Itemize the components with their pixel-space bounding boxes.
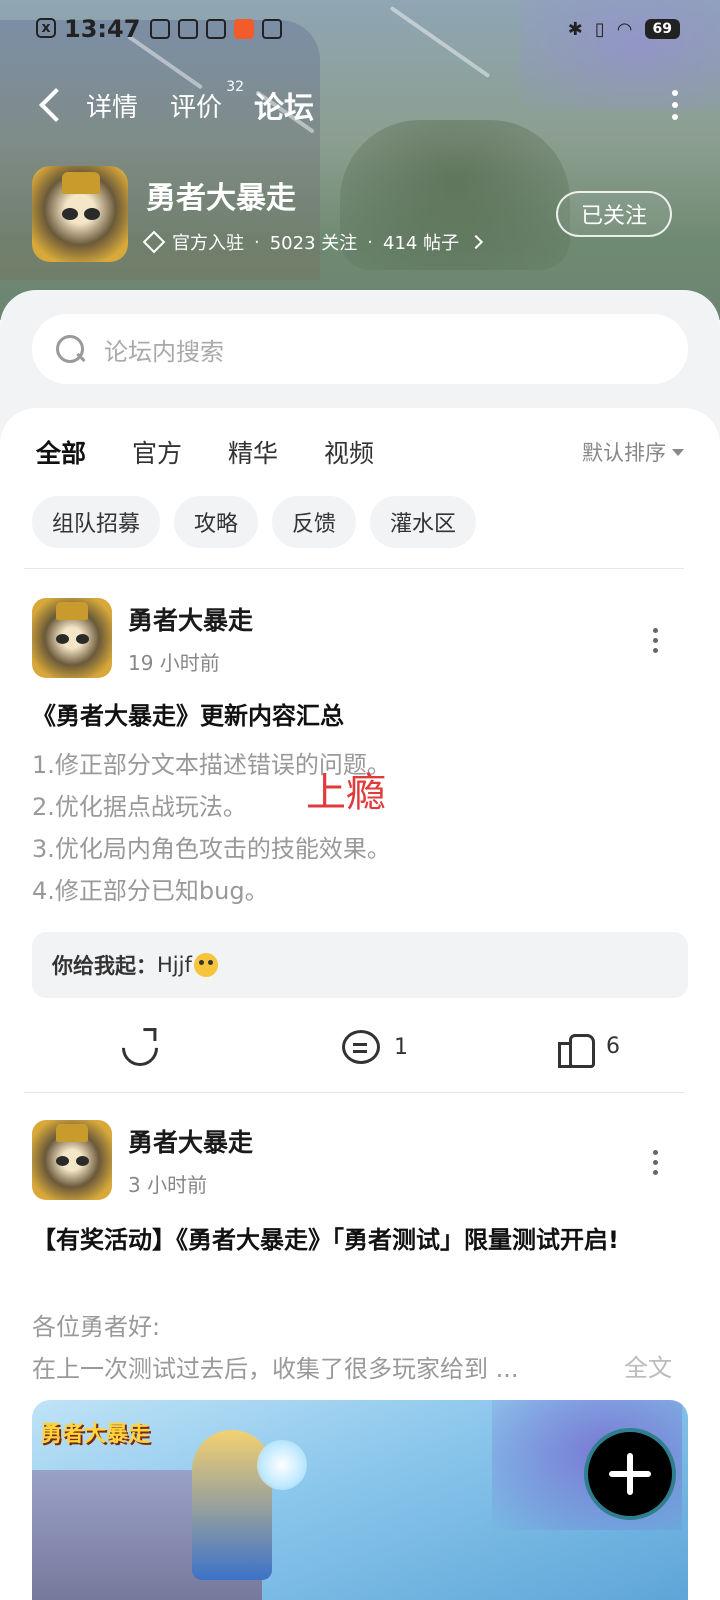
- back-icon[interactable]: [36, 87, 64, 123]
- book-notification-icon: [262, 19, 283, 39]
- search-icon: [54, 333, 86, 365]
- post-more-icon[interactable]: [653, 628, 658, 653]
- sort-label: 默认排序: [582, 441, 666, 465]
- post-actions: 1 6: [0, 1022, 720, 1074]
- app-stats[interactable]: 官方入驻 · 5023 关注 · 414 帖子: [142, 229, 484, 255]
- official-label: 官方入驻: [172, 233, 244, 254]
- tab-featured[interactable]: 精华: [228, 434, 278, 470]
- avatar[interactable]: [32, 1120, 112, 1200]
- post-time: 3 小时前: [128, 1172, 208, 1197]
- app-notification-icon: [150, 19, 171, 39]
- app-meta: 勇者大暴走 官方入驻 · 5023 关注 · 414 帖子: [142, 173, 484, 255]
- new-post-button[interactable]: [584, 1428, 676, 1520]
- divider: [24, 1092, 684, 1093]
- more-options-icon[interactable]: [672, 90, 680, 120]
- post-image[interactable]: 勇者大暴走: [32, 1400, 688, 1600]
- tab-reviews[interactable]: 评价 32: [170, 79, 244, 124]
- comment-count: 1: [394, 1034, 408, 1060]
- posts-count: 414 帖子: [383, 233, 460, 254]
- status-bar: x 13:47 ✱ ▯ ◠ 69: [36, 14, 680, 44]
- tab-official[interactable]: 官方: [132, 434, 182, 470]
- post-author-block: 勇者大暴走 19 小时前: [128, 601, 253, 676]
- app-name: 勇者大暴走: [146, 181, 296, 216]
- tab-reviews-label: 评价: [170, 92, 223, 123]
- link-notification-icon: [206, 19, 227, 39]
- play-notification-icon: [178, 19, 199, 39]
- battery-icon: 69: [644, 19, 680, 39]
- like-count: 6: [606, 1033, 620, 1059]
- tab-details[interactable]: 详情: [86, 87, 138, 124]
- shopping-notification-icon: [234, 19, 255, 39]
- divider: [24, 568, 684, 569]
- top-comment[interactable]: 你给我起： Hjjf: [32, 932, 688, 998]
- post-line: 3.优化局内角色攻击的技能效果。: [32, 835, 391, 863]
- comment-author: 你给我起：: [52, 954, 157, 978]
- post-line: 在上一次测试过去后，收集了很多玩家给到 ...: [32, 1355, 519, 1383]
- comment-text: Hjjf: [157, 953, 192, 977]
- post-feed: 全部 官方 精华 视频 默认排序 组队招募 攻略 反馈 灌水区 勇者大暴走 19…: [0, 408, 720, 1600]
- post-author: 勇者大暴走: [128, 1127, 254, 1157]
- post-author: 勇者大暴走: [128, 605, 254, 635]
- followers-count: 5023 关注: [269, 233, 358, 254]
- follow-button[interactable]: 已关注: [556, 191, 672, 237]
- tab-forum[interactable]: 论坛: [252, 83, 317, 131]
- post-line: 4.修正部分已知bug。: [32, 877, 269, 905]
- comment-icon: [342, 1030, 380, 1064]
- share-icon: [114, 1022, 166, 1074]
- chip-chat[interactable]: 灌水区: [370, 496, 477, 548]
- image-art-orb: [257, 1440, 307, 1490]
- search-placeholder: 论坛内搜索: [104, 337, 224, 366]
- post-header: 勇者大暴走 19 小时前: [32, 598, 253, 678]
- post-author-block: 勇者大暴走 3 小时前: [128, 1123, 253, 1198]
- search-input[interactable]: 论坛内搜索: [32, 314, 688, 384]
- filter-tabs: 全部 官方 精华 视频 默认排序: [36, 430, 684, 476]
- chevron-right-icon: [469, 234, 484, 250]
- read-full-link[interactable]: 全文: [624, 1348, 672, 1383]
- watermark-text: 上瘾: [306, 770, 386, 816]
- app-info: 勇者大暴走 官方入驻 · 5023 关注 · 414 帖子 已关注: [32, 166, 672, 262]
- separator-dot: ·: [254, 231, 260, 253]
- post-body: 各位勇者好: 在上一次测试过去后，收集了很多玩家给到 ...: [32, 1306, 672, 1390]
- app-icon[interactable]: [32, 166, 128, 262]
- status-app-icons: [150, 19, 283, 39]
- post-time: 19 小时前: [128, 650, 220, 675]
- wifi-icon: ◠: [616, 18, 633, 40]
- notification-x-icon: x: [36, 18, 56, 38]
- post-line: 各位勇者好:: [32, 1313, 161, 1341]
- reviews-count-badge: 32: [226, 78, 245, 95]
- separator-dot: ·: [367, 231, 373, 253]
- post-title: 《勇者大暴走》更新内容汇总: [32, 702, 344, 730]
- tab-video[interactable]: 视频: [324, 434, 374, 470]
- sort-dropdown[interactable]: 默认排序: [582, 437, 684, 467]
- header-banner: x 13:47 ✱ ▯ ◠ 69 详情 评价 32 论坛 勇者大暴走 官方入驻 …: [0, 0, 720, 320]
- post-title: 【有奖活动】《勇者大暴走》「勇者测试」限量测试开启!: [32, 1226, 619, 1254]
- post-more-icon[interactable]: [653, 1150, 658, 1175]
- category-chips: 组队招募 攻略 反馈 灌水区: [32, 496, 477, 548]
- plus-icon: [609, 1453, 651, 1495]
- bluetooth-icon: ✱: [567, 18, 583, 40]
- post-card[interactable]: 勇者大暴走 3 小时前 【有奖活动】《勇者大暴走》「勇者测试」限量测试开启! 各…: [0, 1120, 720, 1600]
- post-header: 勇者大暴走 3 小时前: [32, 1120, 253, 1200]
- diamond-icon: [142, 230, 166, 254]
- post-card[interactable]: 勇者大暴走 19 小时前 《勇者大暴走》更新内容汇总 1.修正部分文本描述错误的…: [0, 598, 720, 1098]
- avatar[interactable]: [32, 598, 112, 678]
- caret-down-icon: [672, 448, 684, 456]
- chip-feedback[interactable]: 反馈: [272, 496, 357, 548]
- chip-team-recruit[interactable]: 组队招募: [32, 496, 161, 548]
- status-right-icons: ✱ ▯ ◠ 69: [568, 19, 680, 40]
- like-button[interactable]: 6: [558, 1030, 620, 1068]
- top-nav: 详情 评价 32 论坛: [36, 79, 680, 131]
- status-time: 13:47: [64, 15, 141, 43]
- content-sheet: 论坛内搜索 全部 官方 精华 视频 默认排序 组队招募 攻略 反馈 灌水区 勇者…: [0, 290, 720, 1600]
- game-logo: 勇者大暴走: [40, 1422, 151, 1447]
- chip-guides[interactable]: 攻略: [174, 496, 259, 548]
- vibrate-icon: ▯: [594, 18, 605, 40]
- share-button[interactable]: [114, 1022, 166, 1074]
- thumbs-up-icon: [558, 1030, 595, 1068]
- tab-all[interactable]: 全部: [36, 434, 86, 476]
- comment-button[interactable]: 1: [342, 1030, 408, 1064]
- surprised-emoji-icon: [193, 953, 218, 977]
